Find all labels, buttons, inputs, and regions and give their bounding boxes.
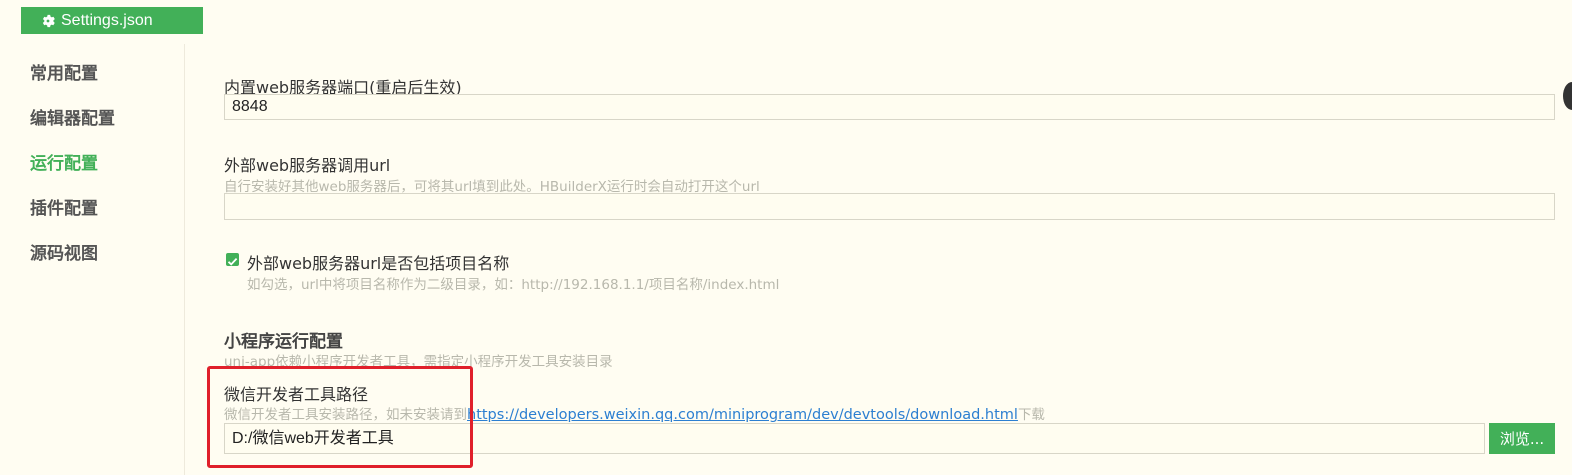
wechat-path-input[interactable]: D:/微信web开发者工具 xyxy=(224,423,1485,454)
sidebar-item-plugins[interactable]: 插件配置 xyxy=(30,194,98,219)
wechat-path-hint: 微信开发者工具安装路径，如未安装请到https://developers.wei… xyxy=(224,403,1045,423)
wechat-path-hint-suffix: 下载 xyxy=(1017,407,1045,423)
checkmark-icon xyxy=(227,257,238,266)
external-url-hint: 自行安装好其他web服务器后，可将其url填到此处。HBuilderX运行时会自… xyxy=(224,179,760,195)
settings-sidebar: 常用配置 编辑器配置 运行配置 插件配置 源码视图 xyxy=(0,44,185,475)
miniprogram-hint: uni-app依赖小程序开发者工具，需指定小程序开发工具安装目录 xyxy=(224,354,613,370)
sidebar-item-run[interactable]: 运行配置 xyxy=(30,149,98,174)
sidebar-item-common[interactable]: 常用配置 xyxy=(30,59,98,84)
external-url-label: 外部web服务器调用url xyxy=(224,156,391,175)
miniprogram-section-title: 小程序运行配置 xyxy=(224,332,343,352)
port-input[interactable]: 8848 xyxy=(224,94,1555,120)
browse-button[interactable]: 浏览... xyxy=(1489,423,1555,454)
include-project-checkbox[interactable] xyxy=(226,253,239,266)
devtools-download-link[interactable]: https://developers.weixin.qq.com/minipro… xyxy=(467,407,1018,423)
wechat-path-label: 微信开发者工具路径 xyxy=(224,385,369,404)
external-url-input[interactable] xyxy=(224,193,1555,220)
sidebar-item-source[interactable]: 源码视图 xyxy=(30,239,98,264)
settings-main-panel: 内置web服务器端口(重启后生效) 8848 外部web服务器调用url 自行安… xyxy=(186,44,1572,475)
include-project-hint: 如勾选，url中将项目名称作为二级目录，如：http://192.168.1.1… xyxy=(247,277,780,293)
gear-icon xyxy=(42,14,55,27)
include-project-label: 外部web服务器url是否包括项目名称 xyxy=(247,254,510,273)
settings-json-tab[interactable]: Settings.json xyxy=(21,7,203,34)
top-strip xyxy=(0,0,1572,8)
tab-title: Settings.json xyxy=(61,11,153,29)
wechat-path-hint-prefix: 微信开发者工具安装路径，如未安装请到 xyxy=(224,407,467,423)
sidebar-item-editor[interactable]: 编辑器配置 xyxy=(30,104,115,129)
